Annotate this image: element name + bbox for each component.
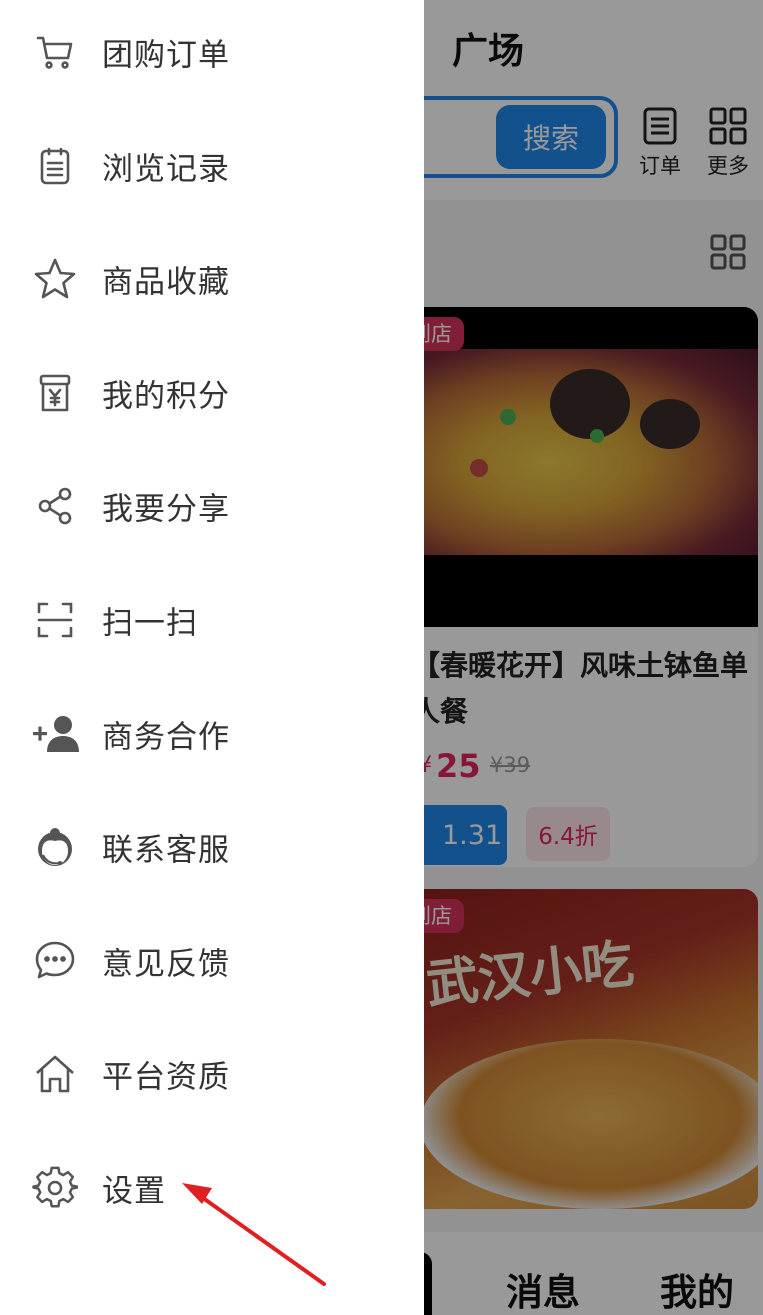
menu-item-support[interactable]: 联系客服 — [0, 799, 424, 895]
share-icon — [30, 481, 80, 531]
menu-item-label: 我要分享 — [102, 491, 230, 528]
menu-item-points[interactable]: 我的积分 — [0, 345, 424, 441]
cart-icon — [30, 27, 80, 77]
clipboard-icon — [30, 141, 80, 191]
menu-item-favorites[interactable]: 商品收藏 — [0, 231, 424, 327]
side-drawer: 团购订单 浏览记录 商品收藏 我的积分 我要分享 扫一扫 商务合作 联系客服 意… — [0, 0, 424, 1315]
add-person-icon — [30, 709, 84, 759]
menu-item-qualification[interactable]: 平台资质 — [0, 1026, 424, 1122]
chat-bubble-icon — [30, 936, 80, 986]
menu-item-group-orders[interactable]: 团购订单 — [0, 4, 424, 100]
menu-item-label: 平台资质 — [102, 1059, 230, 1096]
menu-item-label: 设置 — [102, 1173, 166, 1210]
scan-icon — [30, 595, 80, 645]
menu-item-label: 浏览记录 — [102, 151, 230, 188]
menu-item-business[interactable]: 商务合作 — [0, 686, 424, 782]
menu-item-history[interactable]: 浏览记录 — [0, 118, 424, 214]
menu-item-label: 商品收藏 — [102, 264, 230, 301]
home-icon — [30, 1049, 80, 1099]
menu-item-share[interactable]: 我要分享 — [0, 458, 424, 554]
menu-item-label: 联系客服 — [102, 832, 230, 869]
menu-item-label: 商务合作 — [102, 719, 230, 756]
menu-item-settings[interactable]: 设置 — [0, 1140, 424, 1236]
customer-service-icon — [30, 822, 80, 872]
gear-icon — [30, 1163, 80, 1213]
points-icon — [30, 368, 80, 418]
menu-item-label: 我的积分 — [102, 378, 230, 415]
menu-item-label: 扫一扫 — [102, 605, 198, 642]
star-icon — [30, 254, 80, 304]
menu-item-feedback[interactable]: 意见反馈 — [0, 913, 424, 1009]
menu-item-label: 团购订单 — [102, 37, 230, 74]
menu-item-label: 意见反馈 — [102, 946, 230, 983]
menu-item-scan[interactable]: 扫一扫 — [0, 572, 424, 668]
